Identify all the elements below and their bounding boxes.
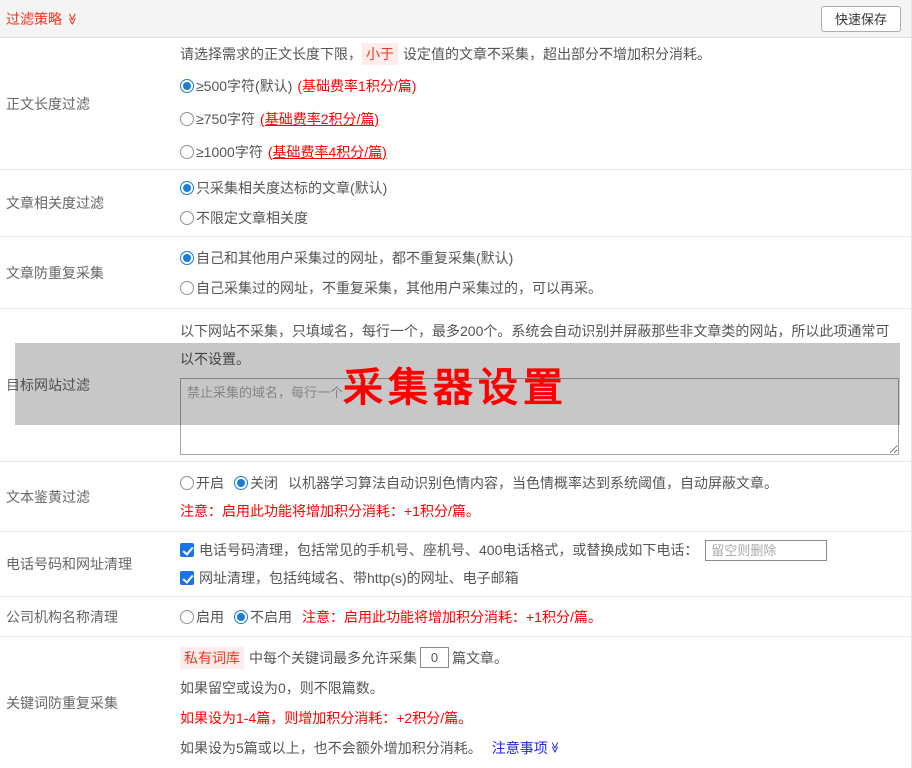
checkbox-url-cleanup[interactable]: 网址清理，包括纯域名、带http(s)的网址、电子邮箱 xyxy=(180,568,519,588)
row-label-body-length: 正文长度过滤 xyxy=(6,95,90,112)
blocked-domains-textarea[interactable] xyxy=(180,378,899,455)
radio-icon xyxy=(234,475,248,490)
row-label-site-filter: 目标网站过滤 xyxy=(6,377,90,393)
radio-icon xyxy=(180,609,194,624)
collector-settings-page: 过滤策略 ≫ 快速保存 正文长度过滤 请选择需求的正文长度下限， 小于 设定值的… xyxy=(0,0,912,768)
keyword-note-zero: 如果留空或设为0，则不限篇数。 xyxy=(180,679,384,696)
radio-option-750-chars[interactable]: ≥750字符 (基础费率2积分/篇) xyxy=(180,109,379,129)
radio-icon xyxy=(180,181,194,195)
row-dedupe-collection: 文章防重复采集 自己和其他用户采集过的网址，都不重复采集(默认) 自己采集过的网… xyxy=(0,237,911,309)
keyword-count-input[interactable] xyxy=(420,647,449,668)
private-lexicon-tag: 私有词库 xyxy=(180,646,244,669)
radio-option-relevance-strict[interactable]: 只采集相关度达标的文章(默认) xyxy=(180,178,387,198)
checkbox-phone-cleanup[interactable]: 电话号码清理，包括常见的手机号、座机号、400电话格式，或替换成如下电话： xyxy=(180,540,698,560)
row-label-keyword: 关键词防重复采集 xyxy=(6,694,118,711)
quick-save-button[interactable]: 快速保存 xyxy=(820,5,901,32)
row-keyword-dedupe: 关键词防重复采集 私有词库 中每个关键词最多允许采集 篇文章。 如果留空或设为0… xyxy=(0,637,911,768)
row-porn-filter: 文本鉴黄过滤 开启 关闭 以机器学习算法自动识别色情内容，当色情概率达到系统阈值… xyxy=(0,462,911,532)
row-label-dedupe: 文章防重复采集 xyxy=(6,264,104,281)
chevron-down-icon: ≫ xyxy=(65,12,80,25)
checkbox-checked-icon xyxy=(180,571,194,585)
radio-icon xyxy=(180,280,194,295)
row-site-filter: 目标网站过滤 以下网站不采集，只填域名，每行一个，最多200个。系统会自动识别并… xyxy=(0,309,911,462)
radio-icon xyxy=(180,211,194,225)
replacement-phone-input[interactable] xyxy=(705,539,828,561)
radio-option-relevance-any[interactable]: 不限定文章相关度 xyxy=(180,208,308,228)
notice-link[interactable]: 注意事项 ≫ xyxy=(492,738,560,758)
radio-option-dedupe-self-only[interactable]: 自己采集过的网址，不重复采集，其他用户采集过的，可以再采。 xyxy=(180,278,602,298)
radio-option-porn-off[interactable]: 关闭 xyxy=(234,473,278,493)
radio-icon xyxy=(180,78,194,93)
row-relevance-filter: 文章相关度过滤 只采集相关度达标的文章(默认) 不限定文章相关度 xyxy=(0,170,911,237)
row-label-phone-url: 电话号码和网址清理 xyxy=(6,556,132,572)
radio-icon xyxy=(234,609,248,624)
less-than-highlight: 小于 xyxy=(362,43,398,65)
radio-option-company-off[interactable]: 不启用 xyxy=(234,607,292,627)
row-body-length-filter: 正文长度过滤 请选择需求的正文长度下限， 小于 设定值的文章不采集，超出部分不增… xyxy=(0,38,911,170)
keyword-note-5plus: 如果设为5篇或以上，也不会额外增加积分消耗。 xyxy=(180,739,482,756)
porn-filter-warning: 注意：启用此功能将增加积分消耗：+1积分/篇。 xyxy=(180,502,480,519)
radio-icon xyxy=(180,250,194,265)
radio-icon xyxy=(180,111,194,126)
row-label-porn-filter: 文本鉴黄过滤 xyxy=(6,488,90,505)
company-cleanup-warning: 注意：启用此功能将增加积分消耗：+1积分/篇。 xyxy=(302,608,602,625)
filter-strategy-toggle[interactable]: 过滤策略 ≫ xyxy=(6,9,79,29)
body-length-intro: 请选择需求的正文长度下限， 小于 设定值的文章不采集，超出部分不增加积分消耗。 xyxy=(180,39,903,69)
row-phone-url-cleanup: 电话号码和网址清理 电话号码清理，包括常见的手机号、座机号、400电话格式，或替… xyxy=(0,532,911,597)
site-filter-description: 以下网站不采集，只填域名，每行一个，最多200个。系统会自动识别并屏蔽那些非文章… xyxy=(180,323,890,367)
radio-option-500-chars[interactable]: ≥500字符(默认) (基础费率1积分/篇) xyxy=(180,76,416,96)
checkbox-checked-icon xyxy=(180,543,194,557)
row-company-cleanup: 公司机构名称清理 启用 不启用 注意：启用此功能将增加积分消耗：+1积分/篇。 xyxy=(0,597,911,637)
fee-note: (基础费率1积分/篇) xyxy=(297,77,417,94)
radio-option-porn-on[interactable]: 开启 xyxy=(180,473,224,493)
radio-option-1000-chars[interactable]: ≥1000字符 (基础费率4积分/篇) xyxy=(180,142,387,162)
fee-note: (基础费率4积分/篇) xyxy=(267,143,387,160)
filter-strategy-header: 过滤策略 ≫ 快速保存 xyxy=(0,0,911,38)
fee-note: (基础费率2积分/篇) xyxy=(260,110,380,127)
radio-option-company-on[interactable]: 启用 xyxy=(180,607,224,627)
filter-strategy-title: 过滤策略 xyxy=(6,10,62,27)
row-label-relevance: 文章相关度过滤 xyxy=(6,195,104,211)
radio-option-dedupe-all-users[interactable]: 自己和其他用户采集过的网址，都不重复采集(默认) xyxy=(180,248,513,268)
radio-icon xyxy=(180,144,194,159)
radio-icon xyxy=(180,475,194,490)
chevron-down-icon: ≫ xyxy=(548,741,561,754)
porn-filter-description: 以机器学习算法自动识别色情内容，当色情概率达到系统阈值，自动屏蔽文章。 xyxy=(288,474,778,491)
row-label-company: 公司机构名称清理 xyxy=(6,608,118,625)
keyword-note-1-4: 如果设为1-4篇，则增加积分消耗：+2积分/篇。 xyxy=(180,709,473,726)
